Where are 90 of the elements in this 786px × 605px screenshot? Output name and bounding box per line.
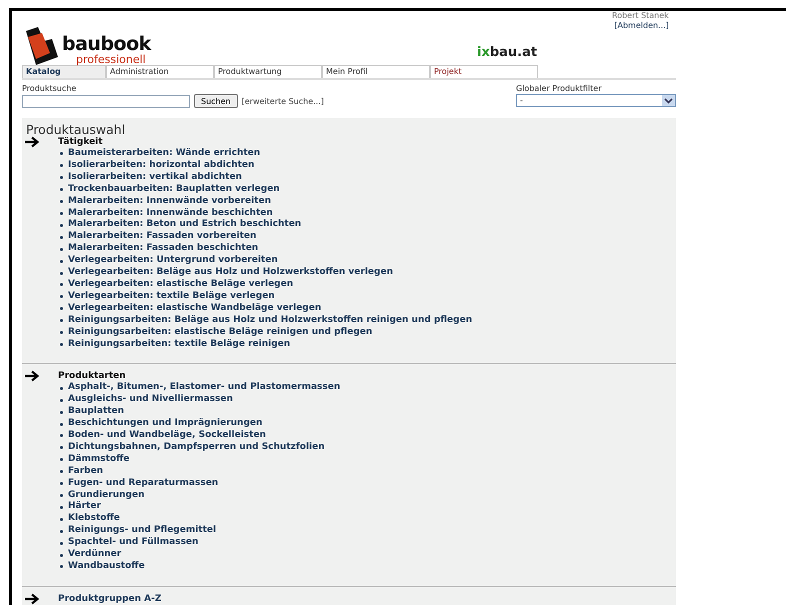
bullet-icon: [60, 565, 63, 568]
chevron-down-icon: [662, 95, 675, 106]
arrow-icon: [24, 592, 40, 605]
bullet-icon: [60, 530, 63, 533]
category-link[interactable]: Reinigungs- und Pflegemittel: [68, 525, 216, 538]
category-link[interactable]: Wandbaustoffe: [68, 561, 145, 573]
bullet-icon: [60, 398, 63, 402]
bullet-icon: [60, 554, 63, 557]
bullet-icon: [60, 331, 63, 334]
tab[interactable]: Administration: [106, 65, 214, 78]
filter-label: Globaler Produktfilter: [516, 83, 602, 94]
category-link[interactable]: Boden- und Wandbeläge, Sockelleisten: [68, 430, 266, 442]
brand-name: baubook: [62, 35, 151, 54]
category-link[interactable]: Verlegearbeiten: Beläge aus Holz und Holzwerkstoffen verlegen: [68, 267, 393, 279]
bullet-icon: [60, 422, 63, 426]
bullet-icon: [60, 494, 63, 498]
bullet-icon: [60, 506, 63, 509]
category-link[interactable]: Dichtungsbahnen, Dampfsperren und Schutzfolien: [68, 442, 325, 454]
arrow-icon: [24, 370, 40, 382]
category-link[interactable]: Fugen- und Reparaturmassen: [68, 478, 218, 490]
bullet-icon: [60, 307, 63, 310]
bullet-icon: [60, 260, 63, 263]
bullet-icon: [60, 295, 63, 298]
section-heading[interactable]: Produktgruppen A-Z: [58, 592, 162, 605]
section-heading[interactable]: Tätigkeit: [58, 136, 472, 148]
bullet-icon: [60, 470, 63, 474]
brand-subtitle: professionell: [76, 54, 147, 65]
bullet-icon: [60, 164, 63, 168]
category-link[interactable]: Malerarbeiten: Innenwände beschichten: [68, 208, 273, 220]
category-link[interactable]: Verlegearbeiten: elastische Beläge verlegen: [68, 278, 294, 291]
category-link[interactable]: Verlegearbeiten: textile Beläge verlegen: [68, 290, 275, 303]
category-link[interactable]: Malerarbeiten: Fassaden beschichten: [68, 243, 258, 256]
search-button[interactable]: Suchen: [194, 94, 238, 108]
category-link[interactable]: Reinigungsarbeiten: textile Beläge reinigen: [68, 338, 290, 350]
category-link[interactable]: Trockenbauarbeiten: Bauplatten verlegen: [68, 184, 280, 196]
filter-dropdown[interactable]: -: [516, 94, 676, 107]
bullet-icon: [60, 458, 63, 462]
bullet-icon: [60, 342, 63, 346]
category-link[interactable]: Verlegearbeiten: Untergrund vorbereiten: [68, 255, 278, 268]
bullet-icon: [60, 446, 63, 450]
bullet-icon: [60, 224, 63, 227]
section-heading[interactable]: Produktarten: [58, 370, 340, 382]
advanced-search-link[interactable]: [erweiterte Suche...]: [242, 96, 324, 106]
category-link[interactable]: Dämmstoffe: [68, 454, 130, 466]
tab[interactable]: Produktwartung: [214, 65, 322, 78]
bullet-icon: [60, 319, 63, 322]
category-link[interactable]: Asphalt-, Bitumen-, Elastomer- und Plastomermassen: [68, 382, 340, 394]
category-link[interactable]: Baumeisterarbeiten: Wände errichten: [68, 148, 260, 160]
bullet-icon: [60, 434, 63, 438]
category-link[interactable]: Bauplatten: [68, 406, 124, 418]
category-link[interactable]: Verlegearbeiten: elastische Wandbeläge verlegen: [68, 302, 322, 315]
bullet-icon: [60, 248, 63, 251]
bullet-icon: [60, 410, 63, 414]
bullet-icon: [60, 212, 63, 215]
user-name: Robert Stanek: [612, 11, 669, 21]
category-link[interactable]: Spachtel- und Füllmassen: [68, 537, 198, 550]
bullet-icon: [60, 482, 63, 486]
category-link[interactable]: Reinigungsarbeiten: Beläge aus Holz und Holzwerkstoffen reinigen und pflegen: [68, 314, 472, 327]
category-link[interactable]: Malerarbeiten: Fassaden vorbereiten: [68, 231, 256, 244]
bullet-icon: [60, 152, 63, 156]
category-link[interactable]: Farben: [68, 466, 104, 478]
tab[interactable]: Katalog: [22, 65, 106, 78]
bullet-icon: [60, 283, 63, 286]
bullet-icon: [60, 518, 63, 521]
bullet-icon: [60, 272, 63, 275]
tab[interactable]: Mein Profil: [322, 65, 430, 78]
arrow-icon: [24, 136, 40, 148]
panel-title: Produktauswahl: [26, 123, 126, 136]
category-link[interactable]: Malerarbeiten: Innenwände vorbereiten: [68, 196, 271, 208]
category-link[interactable]: Beschichtungen und Imprägnierungen: [68, 418, 262, 430]
category-link[interactable]: Isolierarbeiten: horizontal abdichten: [68, 160, 254, 172]
category-link[interactable]: Klebstoffe: [68, 513, 120, 526]
logout-link[interactable]: [Abmelden...]: [614, 21, 669, 31]
category-link[interactable]: Reinigungsarbeiten: elastische Beläge reinigen und pflegen: [68, 326, 372, 338]
bullet-icon: [60, 542, 63, 545]
category-link[interactable]: Verdünner: [68, 549, 122, 561]
partner-logo: ixbau.at: [477, 45, 538, 60]
bullet-icon: [60, 386, 63, 390]
tab[interactable]: Projekt: [430, 65, 538, 78]
category-link[interactable]: Ausgleichs- und Nivelliermassen: [68, 394, 233, 406]
category-link[interactable]: Grundierungen: [68, 490, 144, 502]
bullet-icon: [60, 236, 63, 239]
category-link[interactable]: Malerarbeiten: Beton und Estrich beschichten: [68, 219, 302, 232]
bullet-icon: [60, 176, 63, 180]
search-field[interactable]: [22, 94, 190, 108]
bullet-icon: [60, 188, 63, 192]
search-label: Produktsuche: [22, 83, 78, 94]
category-link[interactable]: Härter: [68, 501, 101, 514]
category-link[interactable]: Isolierarbeiten: vertikal abdichten: [68, 172, 242, 184]
bullet-icon: [60, 200, 63, 204]
